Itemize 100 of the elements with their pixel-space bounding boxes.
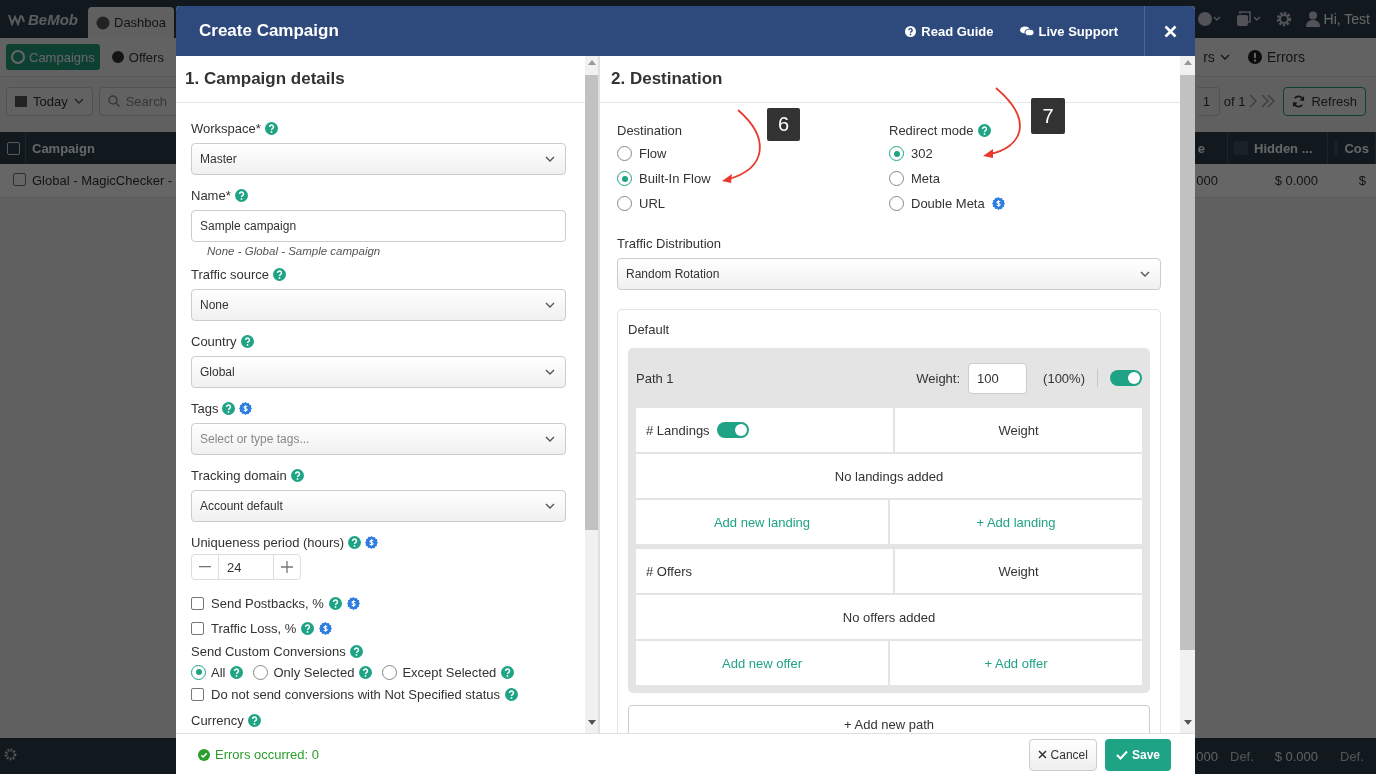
status-text: Errors occurred: 0 bbox=[215, 747, 320, 762]
select-field[interactable]: Random Rotation bbox=[617, 258, 1161, 290]
select-field[interactable]: None bbox=[191, 289, 566, 321]
close-icon[interactable] bbox=[1163, 24, 1177, 38]
settings-icon[interactable] bbox=[1275, 11, 1292, 27]
chat-icon[interactable] bbox=[1019, 25, 1034, 37]
dollar-badge-icon[interactable] bbox=[365, 535, 379, 549]
refresh-icon bbox=[1292, 94, 1306, 108]
chevron-down-icon bbox=[1140, 271, 1150, 277]
settings-icon[interactable] bbox=[4, 748, 17, 761]
dollar-badge-icon[interactable] bbox=[991, 197, 1005, 210]
check-circle-icon bbox=[198, 748, 210, 761]
column-header: # Offers bbox=[646, 563, 692, 579]
scroll-down-icon[interactable] bbox=[587, 720, 596, 725]
total-label: Def. bbox=[1339, 748, 1365, 764]
chevron-down-icon bbox=[545, 156, 555, 162]
path-name: Path 1 bbox=[636, 370, 674, 386]
table-cell: Global - MagicChecker - bbox=[32, 173, 173, 188]
minus-icon[interactable] bbox=[199, 566, 211, 568]
input-field[interactable]: Sample campaign bbox=[191, 210, 566, 242]
toggle-switch[interactable] bbox=[1110, 370, 1142, 386]
page-count: of 1 bbox=[1223, 93, 1246, 109]
number-stepper[interactable]: 24 bbox=[191, 554, 301, 580]
chevron-down-icon bbox=[545, 369, 555, 375]
exclamation-icon bbox=[1247, 50, 1262, 64]
field-label: Traffic source bbox=[191, 266, 270, 282]
checkbox-label[interactable]: Do not send conversions with Not Specified status bbox=[211, 687, 501, 702]
field-label: Currency bbox=[191, 712, 244, 728]
radio-label[interactable]: URL bbox=[639, 196, 665, 211]
radio-label[interactable]: Meta bbox=[911, 171, 940, 186]
radio-label[interactable]: Only Selected bbox=[273, 664, 355, 680]
table-cell: $ bbox=[1358, 173, 1366, 188]
field-label: Workspace* bbox=[191, 120, 261, 136]
scroll-down-icon[interactable] bbox=[1183, 720, 1192, 725]
select-field[interactable]: Account default bbox=[191, 490, 566, 522]
checkbox[interactable] bbox=[191, 622, 204, 635]
checkbox-label[interactable]: Send Postbacks, % bbox=[211, 596, 324, 611]
radio-label[interactable]: Flow bbox=[639, 146, 667, 161]
column-header: Weight bbox=[895, 408, 1142, 452]
header-link[interactable]: Read Guide bbox=[921, 23, 994, 39]
total-label: Def. bbox=[1230, 748, 1254, 764]
column-header: # Landings bbox=[646, 422, 710, 438]
field-label: Traffic Distribution bbox=[617, 235, 722, 251]
checkbox[interactable] bbox=[191, 688, 204, 701]
scrollbar[interactable] bbox=[585, 56, 598, 733]
radio-label[interactable]: 302 bbox=[911, 146, 933, 161]
close-icon bbox=[1037, 750, 1047, 759]
field-label: Tags bbox=[191, 400, 219, 416]
user-icon[interactable] bbox=[1305, 11, 1320, 27]
radio-label[interactable]: Except Selected bbox=[402, 664, 497, 680]
chevron-down-icon bbox=[1219, 54, 1230, 60]
help-dropdown-icon[interactable] bbox=[1197, 12, 1222, 26]
last-page-icon[interactable] bbox=[1261, 94, 1276, 108]
field-label: Tracking domain bbox=[191, 467, 287, 483]
column-header: Weight bbox=[895, 549, 1142, 593]
step-badge: 7 bbox=[1031, 98, 1065, 134]
plus-icon[interactable] bbox=[281, 561, 293, 573]
step-badge: 6 bbox=[767, 108, 800, 141]
weight-field[interactable]: 100 bbox=[968, 362, 1028, 394]
table-cell: 000 bbox=[1196, 173, 1218, 188]
field-label: Destination bbox=[617, 122, 683, 138]
add-path-button[interactable]: + Add new path bbox=[628, 705, 1150, 733]
radio-label[interactable]: All bbox=[211, 664, 226, 680]
checkbox[interactable] bbox=[13, 172, 26, 186]
windows-dropdown-icon[interactable] bbox=[1235, 11, 1262, 27]
checkbox-label[interactable]: Traffic Loss, % bbox=[211, 621, 297, 636]
total-cell: 000 bbox=[1196, 748, 1218, 764]
hint-text: None - Global - Sample campaign bbox=[206, 244, 382, 257]
radio-label[interactable]: Built-In Flow bbox=[639, 171, 711, 186]
field-label: Uniqueness period (hours) bbox=[191, 534, 345, 550]
chevron-down-icon bbox=[545, 503, 555, 509]
dollar-badge-icon[interactable] bbox=[319, 622, 333, 635]
target-icon bbox=[11, 50, 25, 64]
select-field[interactable]: Global bbox=[191, 356, 566, 388]
weight-share: (100%) bbox=[1043, 370, 1085, 386]
radio-label[interactable]: Double Meta bbox=[911, 196, 985, 211]
field-label: Redirect mode bbox=[889, 122, 974, 138]
scrollbar[interactable] bbox=[1180, 56, 1195, 733]
dialog-title: Create Campaign bbox=[198, 21, 339, 41]
field-label: Send Custom Conversions bbox=[191, 643, 346, 659]
field-label: Name* bbox=[191, 187, 231, 203]
next-page-icon[interactable] bbox=[1249, 94, 1258, 108]
dollar-badge-icon[interactable] bbox=[346, 597, 360, 610]
header-link[interactable]: Live Support bbox=[1038, 23, 1118, 39]
chevron-down-icon bbox=[73, 98, 84, 104]
calendar-icon bbox=[15, 95, 27, 107]
scroll-up-icon[interactable] bbox=[1183, 60, 1192, 65]
cancel-button[interactable]: Cancel bbox=[1028, 738, 1097, 771]
checkbox[interactable] bbox=[191, 597, 204, 610]
field-label: Country bbox=[191, 333, 237, 349]
table-cell: $ 0.000 bbox=[1274, 173, 1318, 188]
total-cell: $ 0.000 bbox=[1274, 748, 1318, 764]
select-field[interactable]: Master bbox=[191, 143, 566, 175]
scroll-up-icon[interactable] bbox=[587, 60, 596, 65]
chevron-down-icon bbox=[545, 436, 555, 442]
check-icon bbox=[1115, 749, 1128, 760]
dollar-badge-icon[interactable] bbox=[239, 401, 253, 415]
search-icon bbox=[107, 95, 120, 107]
help-icon[interactable] bbox=[905, 25, 917, 37]
toggle-switch[interactable] bbox=[716, 422, 749, 438]
